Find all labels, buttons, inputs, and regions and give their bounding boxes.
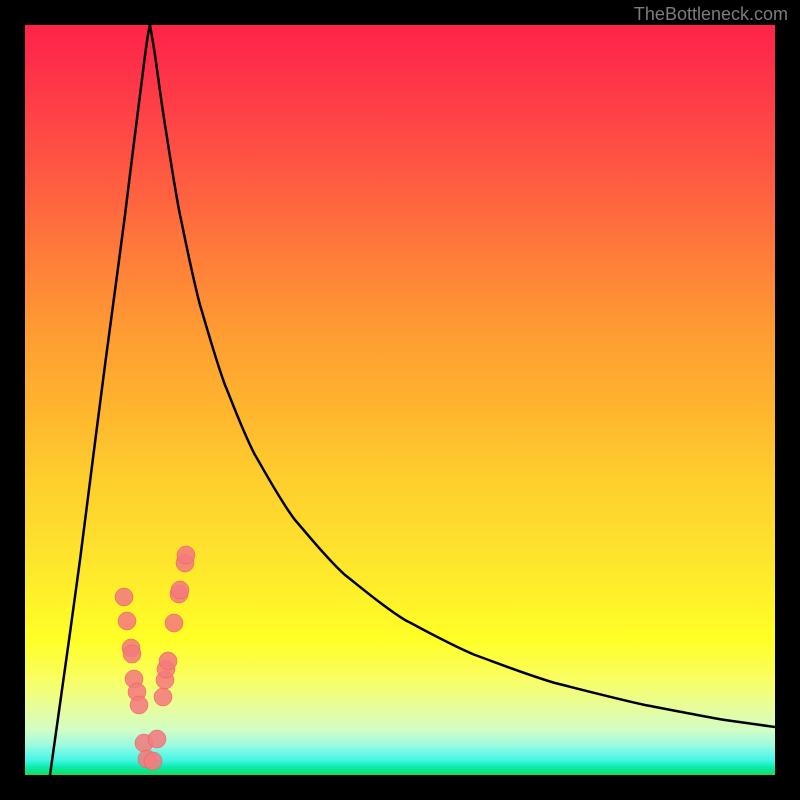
data-marker bbox=[148, 730, 166, 748]
data-marker bbox=[144, 752, 162, 770]
data-marker bbox=[123, 645, 141, 663]
data-marker bbox=[171, 581, 189, 599]
data-marker bbox=[118, 612, 136, 630]
watermark-label: TheBottleneck.com bbox=[634, 4, 788, 25]
data-marker bbox=[115, 588, 133, 606]
data-marker bbox=[154, 688, 172, 706]
data-marker bbox=[177, 546, 195, 564]
plot-container bbox=[25, 25, 775, 775]
chart-svg bbox=[25, 25, 775, 775]
data-marker bbox=[159, 652, 177, 670]
data-marker bbox=[165, 614, 183, 632]
marker-group bbox=[115, 546, 195, 770]
data-marker bbox=[130, 696, 148, 714]
bottleneck-curve bbox=[50, 25, 775, 775]
